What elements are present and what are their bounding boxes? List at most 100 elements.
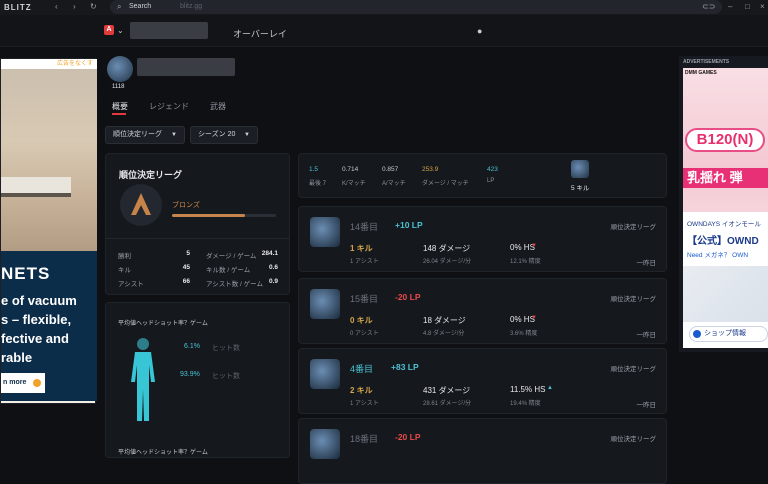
match-mode: 順位決定リーグ [610,224,657,231]
match-date: 一昨日 [636,260,657,267]
apex-logo-icon[interactable]: A [104,25,114,35]
legend-icon [310,429,340,459]
stat-value: 0.6 [268,264,278,271]
tab-legends[interactable]: レジェンド [149,101,189,112]
match-card[interactable]: 4番目 +83 LP 順位決定リーグ 2 キル 1 アシスト 431 ダメージ 28.61 … [298,348,667,414]
link-icon[interactable]: ⊂⊃ [702,2,715,11]
reload-icon[interactable]: ↻ [90,2,97,11]
player-level: 1118 [112,84,125,90]
ad-owndays-title[interactable]: 【公式】OWND [687,232,759,247]
stat-label: ダメージ / ゲーム [206,253,257,260]
summary-label: 最後 7 [309,181,327,187]
match-placement: 4番目 [350,364,374,374]
headshot-title: 平均値ヘッドショット率？ゲーム [118,321,208,327]
arrow-down-icon: ▼ [531,315,537,321]
forward-icon[interactable]: › [73,2,76,11]
ad-game-brand: DMM GAMES [685,70,717,76]
info-icon [693,330,701,338]
match-card[interactable]: 14番目 +10 LP 順位決定リーグ 1 キル 1 アシスト 148 ダメージ 26.04… [298,206,667,272]
tab-overview[interactable]: 概要 [112,101,128,112]
search-label: Search [129,3,152,10]
maximize-icon[interactable]: □ [745,2,750,11]
match-mode: 順位決定リーグ [610,366,657,373]
season-dropdown[interactable]: シーズン 20 ▼ [190,126,258,144]
search-url: blitz.gg [180,3,203,10]
summary-value: 1.5 [309,166,319,173]
user-icon[interactable]: ● [477,26,482,36]
rank-name: ブロンズ [172,202,200,209]
match-date: 一昨日 [636,402,657,409]
match-lp: -20 LP [395,292,421,302]
ad-learn-more-button[interactable]: n more [1,373,45,393]
match-lp: -20 LP [395,432,421,442]
back-icon[interactable]: ‹ [55,2,58,11]
stat-value: 66 [182,278,190,285]
match-accuracy: 3.6% 精度 [510,331,538,337]
body-figure-icon [131,338,155,421]
match-damage: 148 ダメージ [423,244,471,253]
ad-brand: NETS [1,264,51,283]
rank-title: 順位決定リーグ [119,170,183,180]
chevron-down-icon: ▼ [244,132,250,138]
match-placement: 14番目 [350,222,379,232]
bodyshot-pct-label: ヒット数 [212,373,240,380]
blurred-username [130,22,208,39]
tab-weapons[interactable]: 武器 [210,101,226,112]
shop-info-button[interactable]: ショップ情報 [689,326,768,342]
ad-copy: e of vacuum s – flexible, fective and ra… [1,293,77,365]
match-assists: 1 アシスト [350,401,379,407]
summary-value: 0.714 [342,166,359,173]
match-dpm: 28.61 ダメージ/分 [423,401,472,407]
hide-ads-label[interactable]: 広告をなくす [1,59,97,69]
match-lp: +83 LP [391,362,419,372]
legend-icon [310,359,340,389]
summary-card: 1.5 最後 7 0.714 K/マッチ 0.857 A/マッチ 253.9 ダ… [298,153,667,198]
app-title: BLITZ [4,3,32,12]
match-mode: 順位決定リーグ [610,436,657,443]
headshot-card: 平均値ヘッドショット率？ゲーム 6.1% ヒット数 93.9% ヒット数 平均値… [105,302,290,458]
rank-progress-bar [172,214,276,217]
summary-label: K/マッチ [342,181,366,187]
match-kills: 0 キル [350,316,373,325]
rank-card: 順位決定リーグ ブロンズ 勝利 5 ダメージ / ゲーム 284.1 キル 45… [105,153,290,295]
shop-info-label: ショップ情報 [704,330,746,337]
stat-label: アシスト数 / ゲーム [206,281,263,288]
arrow-icon [33,379,41,387]
minimize-icon[interactable]: – [728,2,732,11]
ad-b120: B120(N) [685,128,765,152]
summary-label: LP [487,178,495,184]
match-placement: 18番目 [350,434,379,444]
match-assists: 0 アシスト [350,331,379,337]
rank-emblem-icon [120,184,162,226]
ad-owndays: OWNDAYS イオンモール [687,221,761,228]
headshot-pct-label: ヒット数 [212,345,240,352]
match-kills: 1 キル [350,244,373,253]
headshot-pct: 6.1% [184,343,200,350]
left-advertisement[interactable]: 広告をなくす NETS e of vacuum s – flexible, fe… [0,58,97,404]
match-card[interactable]: 15番目 -20 LP 順位決定リーグ 0 キル 0 アシスト 18 ダメージ 4.8 ダメ… [298,278,667,344]
ad-label: ADVERTISEMENTS [683,59,730,65]
ship-image [1,177,71,197]
match-kills: 2 キル [350,386,373,395]
stat-label: 勝利 [118,253,131,260]
nav-overlay-title[interactable]: オーバーレイ [233,27,287,40]
summary-label: A/マッチ [382,181,406,187]
league-dropdown[interactable]: 順位決定リーグ ▼ [105,126,185,144]
summary-kills: 5 キル [571,185,590,192]
stat-value: 0.9 [268,278,278,285]
search-input[interactable]: ⌕ Search blitz.gg ⊂⊃ [110,0,722,14]
stat-value: 45 [182,264,190,271]
avatar [107,56,133,82]
summary-label: ダメージ / マッチ [422,181,469,187]
close-icon[interactable]: × [760,2,765,11]
chevron-down-icon[interactable]: ⌄ [117,26,124,35]
headshot-bottom-title: 平均値ヘッドショット率？ゲーム [118,450,208,456]
match-date: 一昨日 [636,332,657,339]
title-bar: BLITZ ‹ › ↻ ⌕ Search blitz.gg ⊂⊃ – □ × [0,0,768,15]
summary-value: 0.857 [382,166,399,173]
match-card[interactable]: 18番目 -20 LP 順位決定リーグ [298,418,667,484]
right-advertisement[interactable]: ADVERTISEMENTS DMM GAMES B120(N) 乳揺れ 弾 O… [679,56,768,352]
match-assists: 1 アシスト [350,259,379,265]
active-tab-indicator [112,113,126,115]
arrow-down-icon: ▼ [531,243,537,249]
